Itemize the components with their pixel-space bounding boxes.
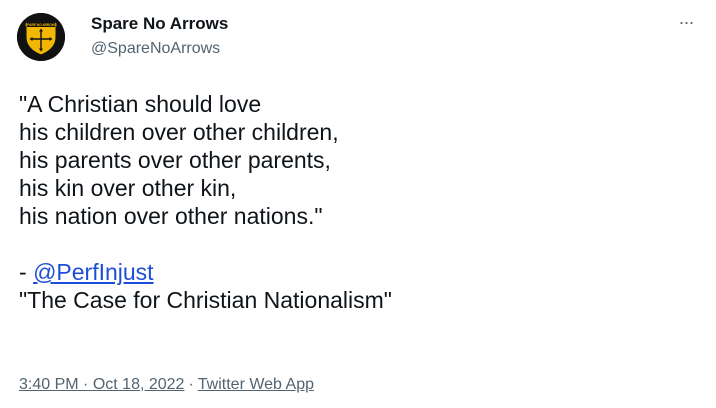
meta-separator: · (83, 376, 89, 393)
shield-arrows-logo-icon: SPARE NO ARROWS (17, 13, 65, 61)
tweet-card: SPARE NO ARROWS Spare No Arrows @SpareNo… (0, 0, 716, 408)
tweet-time: 3:40 PM (19, 376, 79, 393)
avatar-logo-text: SPARE NO ARROWS (25, 23, 57, 27)
attribution-line: - @PerfInjust (19, 258, 699, 286)
more-dots-icon[interactable]: ··· (674, 12, 698, 32)
timestamp-link[interactable]: 3:40 PM · Oct 18, 2022 (19, 376, 184, 393)
tweet-line: his parents over other parents, (19, 147, 331, 173)
tweet-line: his children over other children, (19, 119, 339, 145)
mention-link[interactable]: @PerfInjust (33, 259, 154, 285)
tweet-line: "A Christian should love (19, 91, 262, 117)
tweet-line: his kin over other kin, (19, 175, 237, 201)
author-name[interactable]: Spare No Arrows (91, 14, 228, 34)
tweet-text: "A Christian should love his children ov… (19, 90, 699, 314)
tweet-line: his nation over other nations." (19, 203, 323, 229)
book-title: "The Case for Christian Nationalism" (19, 287, 392, 313)
source-link[interactable]: Twitter Web App (198, 376, 314, 393)
attribution-prefix: - (19, 259, 34, 285)
meta-separator: · (188, 376, 194, 393)
author-handle[interactable]: @SpareNoArrows (91, 39, 220, 59)
tweet-date: Oct 18, 2022 (92, 376, 185, 393)
avatar[interactable]: SPARE NO ARROWS (17, 13, 65, 61)
tweet-meta: 3:40 PM · Oct 18, 2022 · Twitter Web App (19, 375, 314, 395)
